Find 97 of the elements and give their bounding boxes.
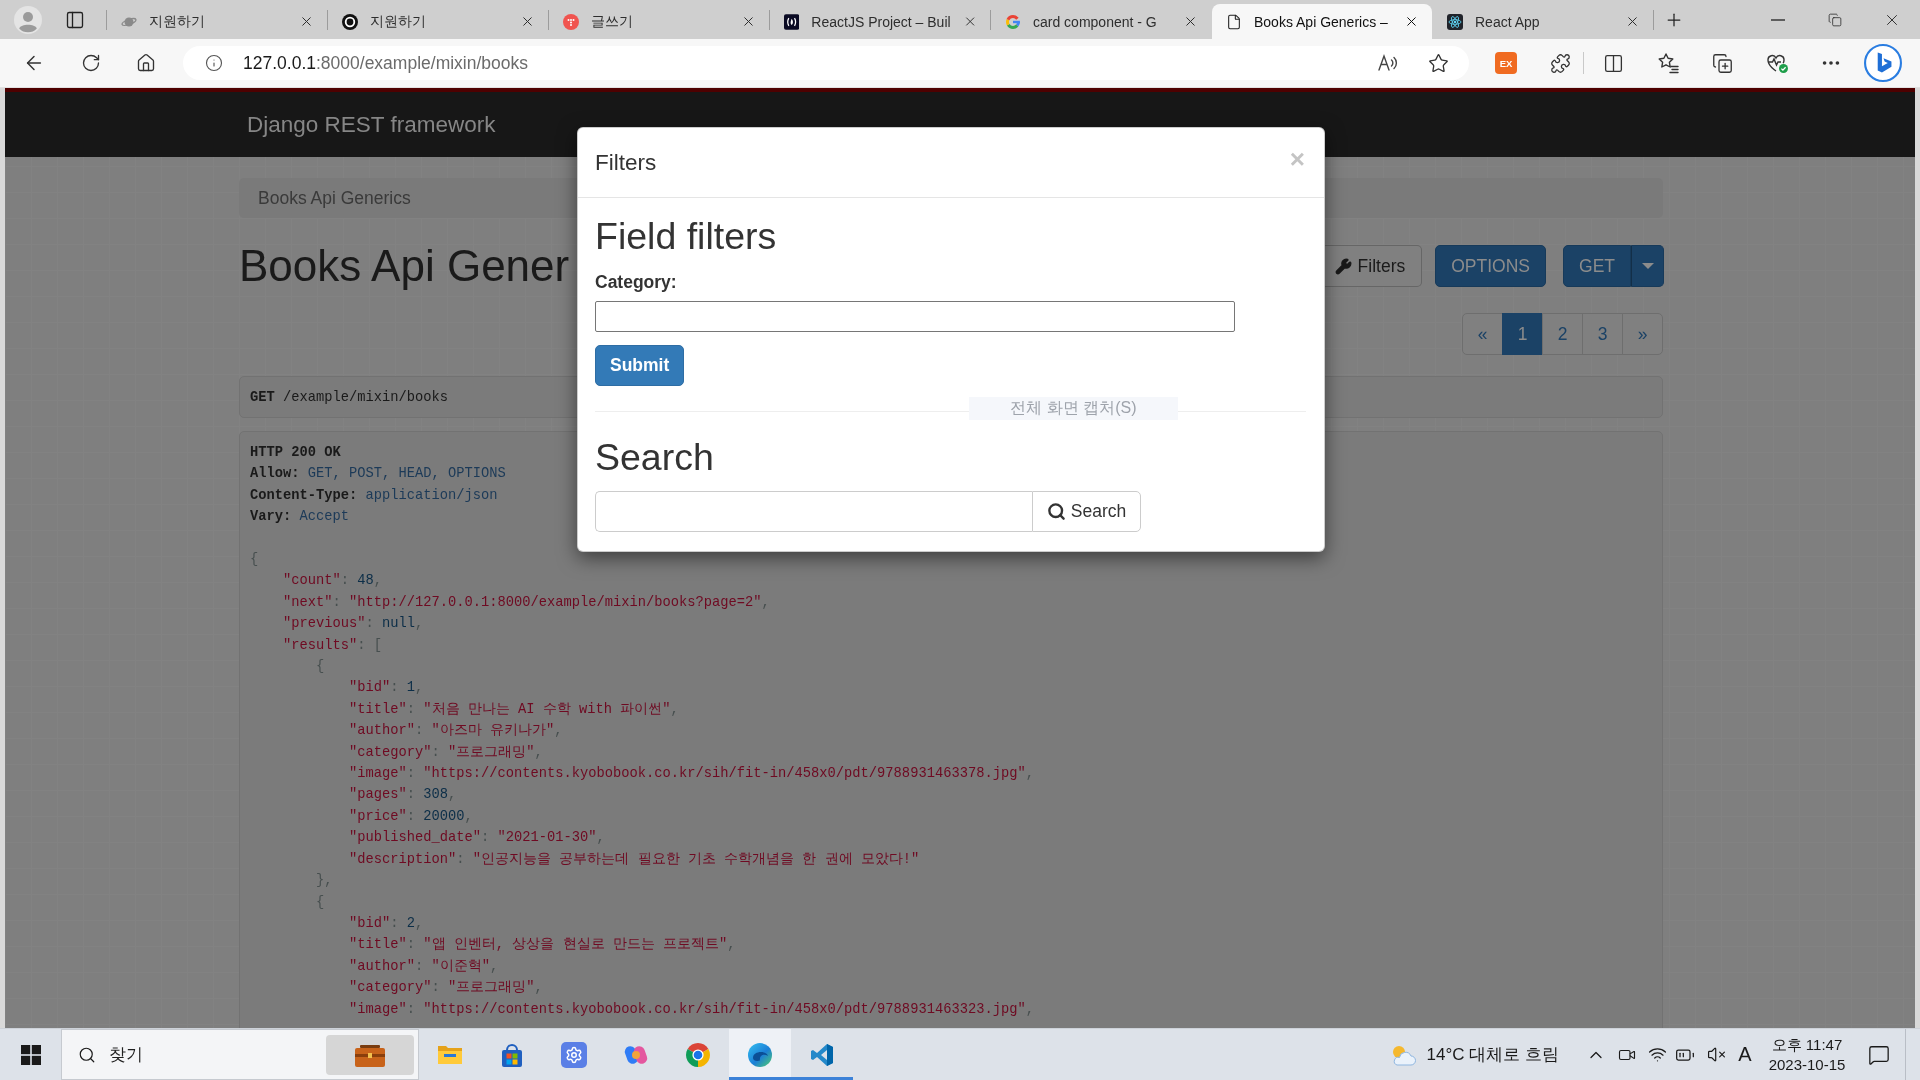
read-aloud-icon[interactable] (1377, 53, 1399, 73)
gear-tile-icon (561, 1041, 587, 1068)
status-line: HTTP 200 OK (250, 444, 341, 462)
address-field[interactable]: 127.0.0.1:8000/example/mixin/books (183, 46, 1469, 80)
flame-logo-icon (784, 13, 800, 30)
minimize-icon (1770, 18, 1785, 21)
code-line: "author": "이준혁", (349, 957, 499, 976)
code-line: "count": 48, (283, 572, 383, 591)
submit-button[interactable]: Submit (595, 344, 685, 386)
caret-icon (1641, 263, 1654, 269)
breadcrumb-item: Books Api Generics (258, 187, 411, 209)
header-line: Allow: GET, POST, HEAD, OPTIONS (250, 465, 506, 484)
close-icon[interactable] (520, 14, 535, 29)
muted-speaker-icon (1706, 1045, 1726, 1064)
brand-title: Django REST framework (247, 111, 496, 138)
favorites-icon[interactable] (1657, 52, 1679, 74)
code-line: "image": "https://contents.kyobobook.co.kr/sih/fit-in/458x0/pdt/9788931463323.jpg", (349, 1000, 1034, 1019)
browser-tab[interactable]: Books Api Generics – (1212, 4, 1432, 39)
tricolor-circle-icon (685, 1041, 711, 1068)
code-line: "previous": null, (283, 615, 424, 634)
home-icon (136, 53, 156, 73)
tooltip: 전체 화면 캡처(S) (969, 397, 1178, 420)
browser-tab[interactable]: 지원하기 (328, 4, 548, 39)
collections-icon[interactable] (1712, 52, 1733, 74)
code-line: "bid": 1, (349, 679, 424, 698)
code-line: "results": [ (283, 636, 383, 655)
code-line: "title": "처음 만나는 AI 수학 with 파이썬", (349, 700, 679, 719)
close-icon[interactable] (1625, 14, 1640, 29)
close-icon[interactable] (299, 14, 314, 29)
category-input[interactable] (595, 300, 1235, 332)
code-line: "category": "프로그래밍", (349, 743, 543, 762)
side-panel-icon (65, 9, 85, 30)
search-icon (1046, 501, 1066, 521)
code-line: { (316, 658, 325, 677)
code-line: { (316, 893, 325, 912)
split-screen-icon[interactable] (1603, 52, 1624, 74)
code-line: "pages": 308, (349, 786, 457, 805)
section-heading: Field filters (595, 216, 777, 258)
request-line: GET /example/mixin/books (250, 389, 449, 405)
browser-tab[interactable]: React App (1433, 4, 1653, 39)
code-line: "image": "https://contents.kyobobook.co.kr/sih/fit-in/458x0/pdt/9788931463378.jpg", (349, 765, 1034, 784)
folder-icon (437, 1043, 463, 1066)
close-icon[interactable] (1404, 14, 1419, 29)
puzzle-icon[interactable] (1550, 52, 1571, 74)
page-heading: Books Api Gener (239, 241, 570, 291)
star-icon[interactable] (1428, 52, 1449, 74)
browser-tab[interactable]: ReactJS Project – Buil (770, 4, 990, 39)
weather-button[interactable]: 14°C 대체로 흐림 (1388, 1029, 1559, 1080)
page-icon (1226, 13, 1242, 30)
code-line: "published_date": "2021-01-30", (349, 829, 605, 848)
browser-tab[interactable]: card component - G (991, 4, 1211, 39)
ring-icon (342, 13, 358, 30)
code-line: "description": "인공지능을 공부하는데 필요한 기초 수학개념을 한 권에 모았다!" (349, 850, 920, 869)
briefcase-icon (326, 1034, 414, 1075)
taskbar-search-box[interactable]: 찾기 (61, 1029, 419, 1080)
clock-button[interactable]: 오후 11:47 2023-10-15 (1767, 1029, 1847, 1080)
wrench-icon (1334, 257, 1352, 275)
dots-circle-icon (563, 13, 579, 30)
wifi-icon (1647, 1045, 1667, 1064)
swoosh-logo-icon[interactable] (1864, 44, 1902, 82)
code-line: "title": "앱 인벤터, 상상을 현실로 만드는 프로젝트", (349, 936, 736, 955)
close-icon[interactable] (741, 14, 756, 29)
wave-logo-icon (747, 1041, 773, 1068)
browser-tab[interactable]: 지원하기 (107, 4, 327, 39)
code-line: "author": "아즈마 유키나가", (349, 722, 563, 741)
code-line: }, (316, 872, 333, 891)
taskbar-app-button[interactable] (729, 1029, 791, 1080)
input-method-button[interactable]: A (1735, 1029, 1755, 1080)
reload-icon (81, 53, 101, 73)
section-heading: Search (595, 436, 714, 478)
atom-icon (1447, 13, 1463, 30)
close-icon[interactable] (1183, 14, 1198, 29)
shopping-bag-icon (499, 1041, 525, 1068)
g-logo-icon (1005, 13, 1021, 30)
search-input[interactable] (595, 490, 1032, 532)
code-line: "next": "http://127.0.0.1:8000/example/mixin/books?page=2", (283, 593, 770, 612)
code-line: { (250, 551, 259, 569)
url-text: 127.0.0.1:8000/example/mixin/books (243, 52, 529, 74)
heart-pulse-icon[interactable] (1765, 52, 1789, 74)
avatar-icon (14, 5, 42, 34)
header-line: Content-Type: application/json (250, 486, 498, 505)
code-line: "bid": 2, (349, 914, 424, 933)
notification-icon (1868, 1043, 1890, 1066)
ribbon-logo-icon (809, 1041, 835, 1068)
info-icon[interactable] (205, 54, 223, 72)
browser-tab[interactable]: 글쓰기 (549, 4, 769, 39)
dropdown-toggle-button[interactable] (1631, 245, 1664, 287)
field-label: Category: (595, 270, 677, 294)
windows-logo-icon (20, 1044, 41, 1065)
search-icon (78, 1045, 96, 1064)
code-line: "category": "프로그래밍", (349, 979, 543, 998)
search-field[interactable]: 찾기 (109, 1039, 313, 1070)
search-button[interactable]: Search (1032, 490, 1141, 532)
code-line: "price": 20000, (349, 807, 473, 826)
restore-icon (1827, 12, 1842, 27)
dialog-title: Filters (595, 149, 657, 176)
header-line: Vary: Accept (250, 508, 350, 527)
